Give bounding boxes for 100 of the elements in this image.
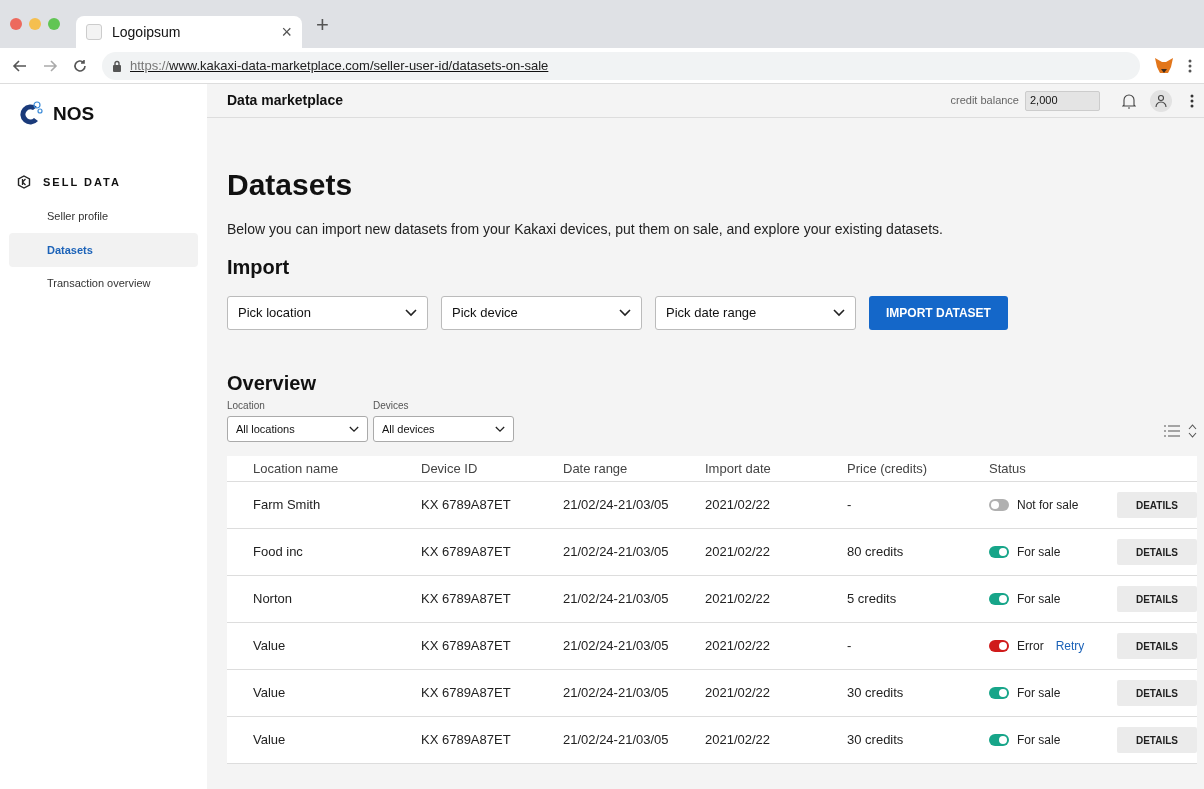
lock-icon	[112, 59, 122, 72]
fox-extension-icon[interactable]	[1154, 56, 1174, 75]
table-cell-text: 30 credits	[847, 684, 905, 703]
dropdown[interactable]: Pick device	[441, 296, 642, 330]
status-text: For sale	[1017, 732, 1061, 749]
status-text: Not for sale	[1017, 497, 1079, 514]
filter-dropdown[interactable]: All locations	[227, 416, 368, 442]
column-header: Device ID	[421, 459, 479, 478]
table-cell-text: 21/02/24-21/03/05	[563, 731, 670, 750]
k-hexagon-icon	[17, 175, 31, 189]
section-title: Import	[227, 255, 291, 280]
table-cell-text: KX 6789A87ET	[421, 590, 512, 609]
sidebar-item[interactable]: Datasets	[9, 233, 198, 267]
table-cell-text: 21/02/24-21/03/05	[563, 684, 670, 703]
more-menu-icon[interactable]	[1190, 93, 1194, 108]
intro-text: Below you can import new datasets from your Kakaxi devices, put them on sale, and explore your existing datasets.	[227, 220, 944, 239]
back-icon[interactable]	[12, 57, 28, 74]
column-header: Location name	[253, 459, 340, 478]
new-tab-button[interactable]: +	[316, 7, 329, 41]
credit-balance-label: credit balance	[950, 93, 1019, 109]
status-text: Error	[1017, 638, 1044, 655]
table-cell-text: 2021/02/22	[705, 590, 772, 609]
table-cell-text: 21/02/24-21/03/05	[563, 590, 670, 609]
details-button[interactable]: DEATILS	[1117, 492, 1197, 518]
table-cell-text: Farm Smith	[253, 496, 322, 515]
details-button[interactable]: DETAILS	[1117, 633, 1197, 659]
status-text: For sale	[1017, 591, 1061, 608]
table-cell-text: 2021/02/22	[705, 543, 772, 562]
dropdown[interactable]: Pick location	[227, 296, 428, 330]
table-cell-text: 21/02/24-21/03/05	[563, 496, 670, 515]
close-tab-button[interactable]: ×	[281, 18, 292, 46]
column-header: Status	[989, 459, 1027, 478]
column-header: Price (credits)	[847, 459, 929, 478]
table-cell-text: 80 credits	[847, 543, 905, 562]
details-button[interactable]: DETAILS	[1117, 539, 1197, 565]
logo-text: NOS	[53, 101, 95, 126]
toggle-switch[interactable]	[989, 593, 1009, 605]
close-window-icon[interactable]	[10, 18, 22, 30]
table-cell-text: Food inc	[253, 543, 304, 562]
table-cell-text: 2021/02/22	[705, 731, 772, 750]
logo-icon	[17, 101, 43, 127]
reload-icon[interactable]	[72, 57, 88, 74]
column-header: Date range	[563, 459, 629, 478]
sidebar-item[interactable]: Seller profile	[9, 200, 198, 233]
credit-balance-field: 2,000	[1025, 90, 1100, 111]
chevron-down-icon	[619, 309, 631, 317]
table-cell-text: -	[847, 496, 853, 515]
status-text: For sale	[1017, 544, 1061, 561]
table-cell-text: Value	[253, 637, 287, 656]
column-header: Import date	[705, 459, 772, 478]
table-cell-text: 21/02/24-21/03/05	[563, 543, 670, 562]
table-cell-text: KX 6789A87ET	[421, 684, 512, 703]
maximize-window-icon[interactable]	[48, 18, 60, 30]
toggle-switch[interactable]	[989, 687, 1009, 699]
chevron-down-icon	[349, 425, 359, 433]
url-text: https://www.kakaxi-data-marketplace.com/seller-user-id/datasets-on-sale	[130, 56, 549, 75]
toggle-switch[interactable]	[989, 734, 1009, 746]
table-cell-text: Value	[253, 731, 287, 750]
section-heading: SELL DATA	[43, 174, 121, 190]
filter-dropdown[interactable]: All devices	[373, 416, 514, 442]
details-button[interactable]: DETAILS	[1117, 680, 1197, 706]
user-avatar-icon[interactable]	[1150, 89, 1172, 112]
table-cell-text: 5 credits	[847, 590, 898, 609]
details-button[interactable]: DETAILS	[1117, 586, 1197, 612]
sort-chevrons-icon[interactable]	[1188, 424, 1197, 438]
list-view-icon[interactable]	[1164, 425, 1180, 437]
chevron-down-icon	[405, 309, 417, 317]
dropdown[interactable]: Pick date range	[655, 296, 856, 330]
table-cell-text: 2021/02/22	[705, 684, 772, 703]
sidebar-item[interactable]: Transaction overview	[9, 267, 198, 300]
forward-icon[interactable]	[42, 57, 58, 74]
chevron-down-icon	[833, 309, 845, 317]
browser-tab[interactable]: Logoipsum ×	[76, 16, 302, 48]
address-bar[interactable]: https://www.kakaxi-data-marketplace.com/seller-user-id/datasets-on-sale	[102, 51, 1140, 80]
table-cell-text: 2021/02/22	[705, 637, 772, 656]
page-title: Datasets	[227, 167, 354, 203]
app-title: Data marketplace	[227, 91, 344, 110]
table-cell-text: 21/02/24-21/03/05	[563, 637, 670, 656]
table-cell-text: Value	[253, 684, 287, 703]
chevron-down-icon	[495, 425, 505, 433]
notification-bell-icon[interactable]	[1122, 92, 1136, 109]
table-cell-text: KX 6789A87ET	[421, 637, 512, 656]
toggle-switch[interactable]	[989, 546, 1009, 558]
toggle-switch[interactable]	[989, 640, 1009, 652]
browser-menu-icon[interactable]	[1188, 58, 1192, 73]
filter-label: Devices	[373, 399, 410, 413]
retry-link[interactable]: Retry	[1055, 637, 1085, 655]
table-cell-text: KX 6789A87ET	[421, 543, 512, 562]
toggle-switch[interactable]	[989, 499, 1009, 511]
status-text: For sale	[1017, 685, 1061, 702]
table-cell-text: -	[847, 637, 853, 656]
tab-title: Logoipsum	[112, 22, 182, 42]
details-button[interactable]: DETAILS	[1117, 727, 1197, 753]
filter-label: Location	[227, 399, 266, 413]
section-title: Overview	[227, 371, 317, 396]
import-dataset-button[interactable]: IMPORT DATASET	[869, 296, 1008, 330]
table-cell-text: 30 credits	[847, 731, 905, 750]
table-cell-text: Norton	[253, 590, 294, 609]
table-cell-text: KX 6789A87ET	[421, 731, 512, 750]
favicon-icon	[86, 24, 102, 40]
